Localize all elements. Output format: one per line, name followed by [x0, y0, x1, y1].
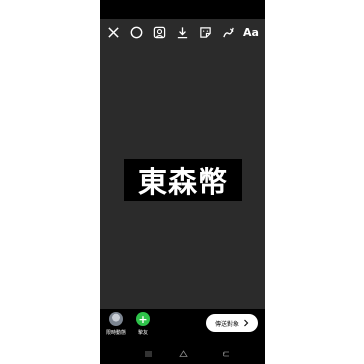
avatar: [109, 312, 123, 326]
brush-icon: [222, 26, 235, 39]
your-story-target[interactable]: 限時動態: [101, 312, 131, 336]
nav-menu-button[interactable]: [142, 349, 154, 359]
close-friends-label: 摯友: [137, 330, 148, 336]
editor-toolbar: Aa: [100, 22, 265, 42]
plus-icon: +: [136, 312, 150, 326]
share-bar: 限時動態 + 摯友 傳送對象: [100, 309, 265, 344]
circle-button[interactable]: [126, 22, 146, 42]
nav-home-button[interactable]: [177, 349, 189, 359]
close-icon: [107, 26, 120, 39]
nav-home-icon: [178, 350, 188, 358]
nav-menu-icon: [144, 350, 153, 358]
download-icon: [176, 26, 189, 39]
text-tool-icon: Aa: [243, 25, 259, 39]
send-to-button[interactable]: 傳送對象: [206, 314, 258, 332]
nav-back-button[interactable]: [220, 349, 232, 359]
sticker-button[interactable]: [195, 22, 215, 42]
nav-back-icon: [222, 350, 231, 358]
draw-button[interactable]: [218, 22, 238, 42]
person-frame-button[interactable]: [149, 22, 169, 42]
close-friends-target[interactable]: + 摯友: [128, 312, 158, 336]
text-sticker[interactable]: 東森幣: [124, 159, 242, 201]
circle-icon: [130, 26, 143, 39]
your-story-label: 限時動態: [105, 330, 126, 336]
story-canvas[interactable]: 東森幣: [100, 19, 265, 309]
text-tool-button[interactable]: Aa: [241, 22, 261, 42]
send-to-label: 傳送對象: [214, 320, 239, 328]
person-frame-icon: [153, 26, 166, 39]
close-button[interactable]: [103, 22, 123, 42]
sticker-icon: [199, 26, 212, 39]
system-nav-bar: [100, 344, 265, 364]
chevron-right-icon: [243, 319, 249, 327]
phone-screen: 東森幣 Aa 限時動態 + 摯友 傳送對象: [100, 0, 265, 364]
download-button[interactable]: [172, 22, 192, 42]
